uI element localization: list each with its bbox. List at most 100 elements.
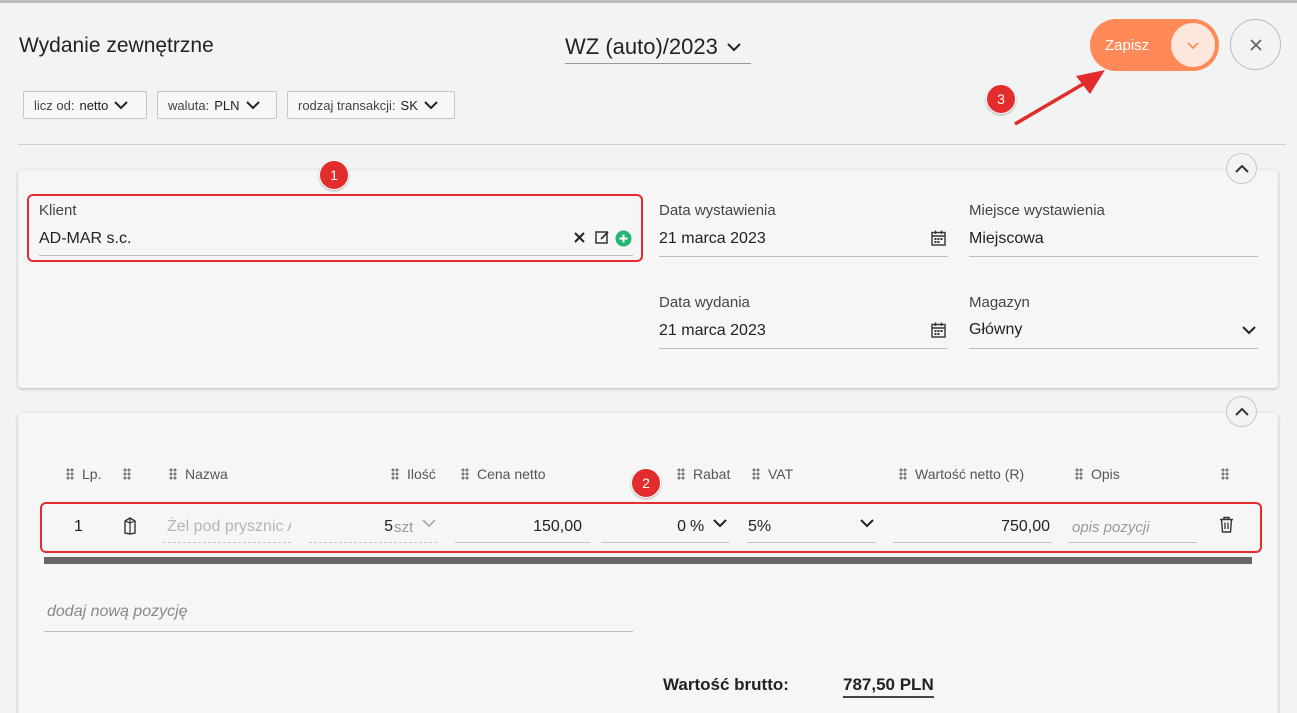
vat-underline <box>747 542 876 543</box>
column-header-qty[interactable]: Ilość <box>391 466 436 482</box>
drag-handle-icon[interactable] <box>899 468 907 480</box>
place-value: Miejscowa <box>969 230 1044 247</box>
discount-underline <box>601 542 730 543</box>
document-number-select[interactable]: WZ (auto)/2023 <box>565 30 751 64</box>
save-button-label: Zapisz <box>1105 36 1150 54</box>
column-header-name[interactable]: Nazwa <box>169 466 228 482</box>
column-label-net-price: Cena netto <box>477 466 546 482</box>
column-header-net-price[interactable]: Cena netto <box>461 466 546 482</box>
drag-handle-icon[interactable] <box>169 468 177 480</box>
client-label: Klient <box>39 202 77 219</box>
column-header-vat[interactable]: VAT <box>752 466 793 482</box>
transaction-type-value: SK <box>400 97 418 113</box>
qty-underline <box>309 542 437 543</box>
product-icon[interactable] <box>123 517 137 535</box>
row-qty-input[interactable]: 5 <box>309 512 393 542</box>
issue-date-underline <box>659 256 948 257</box>
calc-from-label: licz od: <box>34 97 75 113</box>
calc-from-value: netto <box>79 97 109 113</box>
chevron-down-icon <box>726 42 742 52</box>
currency-dropdown[interactable]: waluta: PLN <box>157 91 277 119</box>
column-label-name: Nazwa <box>185 466 228 482</box>
column-label-desc: Opis <box>1091 466 1120 482</box>
release-date-value: 21 marca 2023 <box>659 322 766 339</box>
client-field[interactable]: Klient AD-MAR s.c. <box>39 202 633 258</box>
clear-icon[interactable] <box>574 232 585 243</box>
place-underline <box>969 256 1258 257</box>
client-underline <box>39 255 633 256</box>
drag-handle-icon[interactable] <box>677 468 685 480</box>
column-header-desc[interactable]: Opis <box>1075 466 1120 482</box>
column-label-qty: Ilość <box>407 466 436 482</box>
column-header-net-value[interactable]: Wartość netto (R) <box>899 466 1024 482</box>
issue-date-field[interactable]: Data wystawienia 21 marca 2023 <box>659 202 948 258</box>
release-date-underline <box>659 348 948 349</box>
column-label-discount: Rabat <box>693 466 731 482</box>
row-unit[interactable]: szt <box>394 512 413 542</box>
edit-icon[interactable] <box>595 230 610 245</box>
row-discount-unit: % <box>690 518 705 535</box>
annotation-arrow <box>1014 70 1105 126</box>
horizontal-scrollbar[interactable] <box>44 557 1252 564</box>
add-circle-icon[interactable] <box>615 230 632 247</box>
annotation-badge-2: 2 <box>631 468 661 498</box>
row-discount-input[interactable]: 0 <box>601 512 686 542</box>
chevron-up-icon <box>1234 407 1249 416</box>
row-vat-select[interactable]: 5% <box>748 512 771 542</box>
page-title: Wydanie zewnętrzne <box>19 34 214 57</box>
warehouse-value: Główny <box>969 321 1023 338</box>
chevron-down-icon[interactable] <box>712 518 728 528</box>
issue-date-value: 21 marca 2023 <box>659 230 766 247</box>
place-label: Miejsce wystawienia <box>969 202 1105 219</box>
chevron-down-icon <box>114 100 129 110</box>
save-options-button[interactable] <box>1171 23 1215 67</box>
drag-handle-icon[interactable] <box>66 468 74 480</box>
chevron-up-icon <box>1234 164 1249 173</box>
close-icon <box>1249 38 1262 51</box>
currency-value: PLN <box>214 97 240 113</box>
name-underline <box>163 542 291 543</box>
place-field[interactable]: Miejsce wystawienia Miejscowa <box>969 202 1258 258</box>
net-price-underline <box>455 542 590 543</box>
collapse-info-button[interactable] <box>1226 153 1257 184</box>
drag-handle-icon[interactable] <box>461 468 469 480</box>
desc-underline <box>1068 542 1197 543</box>
document-number: WZ (auto)/2023 <box>565 33 718 59</box>
transaction-type-label: rodzaj transakcji: <box>298 97 396 113</box>
drag-handle-icon[interactable] <box>1221 468 1229 480</box>
chevron-down-icon[interactable] <box>422 519 436 528</box>
add-item-underline <box>44 631 633 632</box>
chevron-down-icon[interactable] <box>859 518 875 528</box>
release-date-field[interactable]: Data wydania 21 marca 2023 <box>659 294 948 350</box>
net-value-underline <box>893 542 1052 543</box>
column-header-lp[interactable]: Lp. <box>66 466 101 482</box>
chevron-down-icon[interactable] <box>1241 325 1257 335</box>
calendar-icon[interactable] <box>931 230 946 246</box>
column-label-vat: VAT <box>768 466 794 482</box>
transaction-type-dropdown[interactable]: rodzaj transakcji: SK <box>287 91 455 119</box>
issue-date-label: Data wystawienia <box>659 202 776 219</box>
calc-from-dropdown[interactable]: licz od: netto <box>23 91 147 119</box>
chevron-down-icon <box>424 100 438 110</box>
collapse-items-button[interactable] <box>1226 396 1257 427</box>
chevron-down-icon <box>245 100 260 110</box>
calendar-icon[interactable] <box>931 322 946 338</box>
drag-handle-icon[interactable] <box>752 468 760 480</box>
drag-handle-icon[interactable] <box>1075 468 1083 480</box>
close-button[interactable] <box>1230 19 1281 70</box>
drag-handle-icon[interactable] <box>391 468 399 480</box>
gross-total-label: Wartość brutto: <box>663 675 789 694</box>
row-net-value: 750,00 <box>1001 518 1050 535</box>
row-desc-input[interactable]: opis pozycji <box>1072 512 1150 542</box>
drag-handle-icon[interactable] <box>123 468 131 480</box>
add-item-input[interactable]: dodaj nową pozycję <box>47 603 188 621</box>
warehouse-select[interactable]: Magazyn Główny <box>969 294 1258 350</box>
chevron-down-icon <box>1187 41 1199 49</box>
top-border <box>0 0 1297 3</box>
save-button[interactable]: Zapisz <box>1090 19 1219 71</box>
row-name-input[interactable]: Żel pod prysznic A <box>167 512 291 542</box>
trash-icon[interactable] <box>1219 516 1234 533</box>
row-net-price-input[interactable]: 150,00 <box>455 512 582 542</box>
gross-total-value: 787,50 PLN <box>843 675 934 698</box>
column-header-discount[interactable]: Rabat <box>677 466 730 482</box>
